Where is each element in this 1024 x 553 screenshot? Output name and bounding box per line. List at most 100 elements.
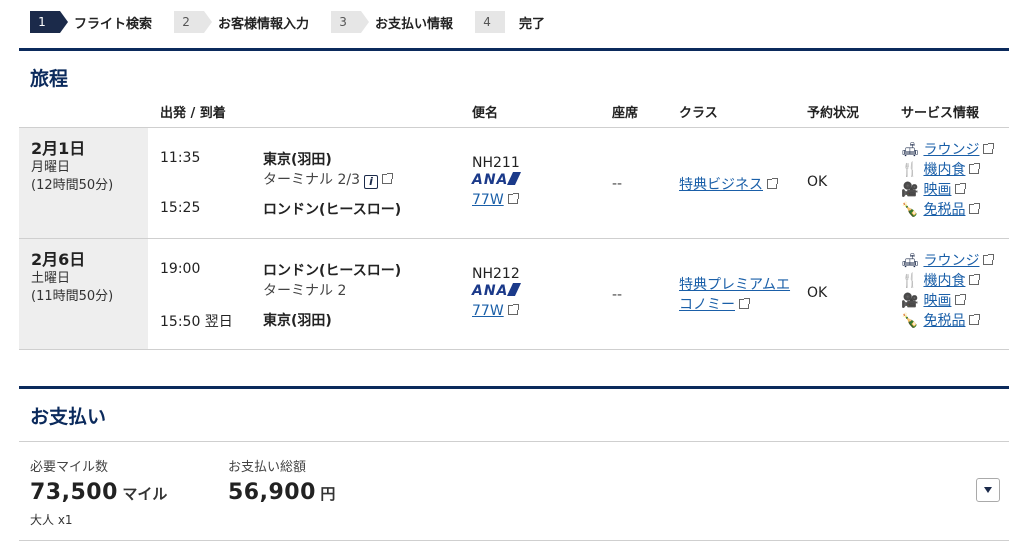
- step-label: 完了: [519, 16, 546, 32]
- step-number: 2: [174, 11, 213, 33]
- miles-label: 必要マイル数: [30, 460, 109, 475]
- total-unit: 円: [320, 485, 336, 503]
- itinerary-table-header: 出発 / 到着 便名 座席 クラス 予約状況 サービス情報: [19, 100, 1009, 128]
- header-service: サービス情報: [901, 106, 980, 121]
- service-movie: 🎥 映画: [901, 291, 993, 311]
- external-link-icon: [381, 173, 393, 184]
- class-link-wrap: 特典ビジネス: [679, 174, 778, 194]
- header-status: 予約状況: [807, 106, 860, 121]
- terminal-label: ターミナル 2/3: [263, 172, 360, 188]
- meal-link[interactable]: 機内食: [923, 162, 965, 178]
- flight-weekday: 月曜日: [31, 160, 71, 175]
- step-progress: 1 フライト検索 2 お客様情報入力 3 お支払い情報 4 完了: [30, 11, 567, 33]
- seat-value: --: [612, 176, 623, 192]
- booking-status: OK: [807, 174, 828, 190]
- meal-link[interactable]: 機内食: [923, 273, 965, 289]
- external-link-icon: [969, 163, 981, 174]
- seat-value: --: [612, 287, 623, 303]
- miles-value: 73,500: [30, 480, 118, 505]
- duty-free-link[interactable]: 免税品: [923, 313, 965, 329]
- step-complete: 4 完了: [475, 11, 545, 33]
- duty-free-icon: 🍾: [901, 313, 919, 329]
- lounge-link[interactable]: ラウンジ: [923, 253, 979, 269]
- external-link-icon: [983, 254, 995, 265]
- service-meal: 🍴 機内食: [901, 271, 993, 291]
- external-link-icon: [507, 193, 519, 204]
- external-link-icon: [969, 274, 981, 285]
- class-link[interactable]: 特典プレミアムエ: [679, 277, 790, 293]
- meal-icon: 🍴: [901, 162, 919, 178]
- booking-status: OK: [807, 285, 828, 301]
- step-payment-info: 3 お支払い情報: [331, 11, 453, 33]
- aircraft-link-wrap: 77W: [472, 192, 519, 208]
- meal-icon: 🍴: [901, 273, 919, 289]
- ana-logo: ANA: [472, 172, 522, 188]
- aircraft-link[interactable]: 77W: [472, 192, 504, 208]
- flight-duration: (11時間50分): [31, 289, 114, 304]
- step-number: 4: [475, 11, 506, 33]
- departure-terminal: ターミナル 2: [263, 283, 347, 299]
- arrival-city: ロンドン(ヒースロー): [263, 202, 402, 218]
- header-class: クラス: [679, 106, 718, 121]
- flight-date: 2月1日: [31, 139, 86, 158]
- arrival-city: 東京(羽田): [263, 313, 332, 329]
- departure-time: 11:35: [160, 150, 201, 166]
- lounge-link[interactable]: ラウンジ: [923, 142, 979, 158]
- step-label: お支払い情報: [375, 16, 454, 32]
- step-flight-search: 1 フライト検索: [30, 11, 152, 33]
- step-label: お客様情報入力: [218, 16, 310, 32]
- total-label: お支払い総額: [228, 460, 307, 475]
- flight-weekday: 土曜日: [31, 271, 71, 286]
- movie-link[interactable]: 映画: [923, 293, 951, 309]
- movie-icon: 🎥: [901, 182, 919, 198]
- service-lounge: 🛋 ラウンジ: [901, 140, 995, 160]
- ana-logo: ANA: [472, 283, 522, 299]
- external-link-icon: [983, 143, 995, 154]
- service-duty-free: 🍾 免税品: [901, 200, 993, 220]
- service-meal: 🍴 機内食: [901, 160, 993, 180]
- header-flight: 便名: [472, 106, 499, 121]
- itinerary-divider: [19, 48, 1009, 51]
- service-lounge: 🛋 ラウンジ: [901, 251, 995, 271]
- step-number: 3: [331, 11, 370, 33]
- payment-header-divider: [19, 441, 1009, 442]
- airline-name: ANA: [472, 172, 509, 188]
- service-movie: 🎥 映画: [901, 180, 993, 200]
- step-number: 1: [30, 11, 68, 33]
- external-link-icon: [767, 178, 778, 189]
- external-link-icon: [739, 298, 750, 309]
- flight-number: NH211: [472, 155, 520, 171]
- step-label: フライト検索: [74, 16, 153, 32]
- aircraft-link[interactable]: 77W: [472, 303, 504, 319]
- flight-date: 2月6日: [31, 250, 86, 269]
- duty-free-link[interactable]: 免税品: [923, 202, 965, 218]
- class-link-cont[interactable]: コノミー: [679, 297, 735, 313]
- date-cell: 2月1日 月曜日 (12時間50分): [19, 128, 148, 238]
- total-value: 56,900: [228, 480, 316, 505]
- table-row: 2月6日 土曜日 (11時間50分) 19:00 ロンドン(ヒースロー) ターミ…: [19, 239, 1009, 350]
- service-list: 🛋 ラウンジ 🍴 機内食 🎥 映画 🍾 免税品: [901, 140, 995, 220]
- service-list: 🛋 ラウンジ 🍴 機内食 🎥 映画 🍾 免税品: [901, 251, 995, 331]
- class-link-wrap: 特典プレミアムエ コノミー: [679, 275, 790, 315]
- expand-payment-button[interactable]: [976, 478, 1000, 502]
- step-customer-info: 2 お客様情報入力: [174, 11, 309, 33]
- duty-free-icon: 🍾: [901, 202, 919, 218]
- miles-unit: マイル: [122, 485, 168, 503]
- total-amount: 56,900 円: [228, 480, 335, 505]
- lounge-icon: 🛋: [901, 253, 919, 269]
- external-link-icon: [969, 314, 981, 325]
- departure-time: 19:00: [160, 261, 201, 277]
- flight-number: NH212: [472, 266, 520, 282]
- departure-terminal: ターミナル 2/3 i: [263, 169, 393, 189]
- airline-name: ANA: [472, 283, 509, 299]
- header-dep-arr: 出発 / 到着: [160, 106, 226, 121]
- flight-duration: (12時間50分): [31, 178, 114, 193]
- arrival-time: 15:25: [160, 200, 201, 216]
- info-icon[interactable]: i: [363, 175, 378, 189]
- movie-link[interactable]: 映画: [923, 182, 951, 198]
- class-link[interactable]: 特典ビジネス: [679, 177, 763, 193]
- departure-city: ロンドン(ヒースロー): [263, 263, 402, 279]
- external-link-icon: [955, 183, 967, 194]
- payment-divider: [19, 386, 1009, 389]
- service-duty-free: 🍾 免税品: [901, 311, 993, 331]
